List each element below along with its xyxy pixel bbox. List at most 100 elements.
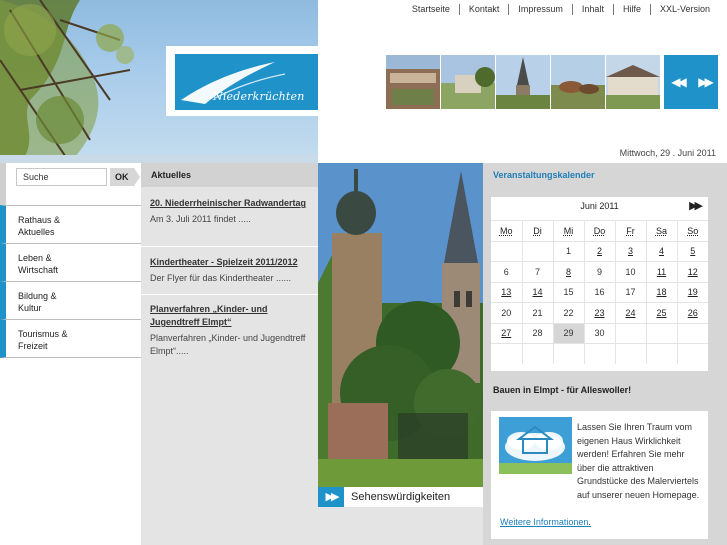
- photo-caption-label: Sehenswürdigkeiten: [351, 491, 451, 503]
- calendar-day[interactable]: 14: [521, 281, 553, 303]
- bauen-more-info-link[interactable]: Weitere Informationen.: [500, 517, 591, 527]
- calendar-empty-cell: [614, 343, 646, 364]
- news-item-title[interactable]: Kindertheater - Spielzeit 2011/2012: [150, 256, 310, 269]
- slider-prev-icon[interactable]: ◀◀: [671, 75, 687, 89]
- news-item: Planverfahren „Kinder- und Jugendtreff E…: [141, 303, 318, 363]
- sidebar-item-leben[interactable]: Leben & Wirtschaft: [0, 243, 141, 281]
- calendar-day: 28: [521, 322, 553, 344]
- calendar-empty-cell: [676, 343, 708, 364]
- sidebar-item-label: Wirtschaft: [18, 265, 59, 275]
- calendar-day: 16: [583, 281, 615, 303]
- sidebar-item-label: Bildung &: [18, 291, 57, 301]
- slider-thumbnail[interactable]: [496, 55, 550, 109]
- left-sidebar: OK Rathaus & Aktuelles Leben & Wirtschaf…: [0, 163, 141, 545]
- calendar-empty-cell: [645, 343, 677, 364]
- news-item-teaser: Der Flyer für das Kindertheater ......: [150, 273, 292, 283]
- calendar-month-title: Juni 2011: [580, 201, 619, 211]
- calendar-day[interactable]: 3: [614, 240, 646, 262]
- image-float-spacer: [499, 421, 577, 491]
- slider-controls: ◀◀ ▶▶: [664, 55, 718, 109]
- calendar-day[interactable]: 13: [491, 281, 522, 303]
- calendar-day: 7: [521, 261, 553, 282]
- news-item-teaser: Planverfahren „Kinder- und Jugendtreff E…: [150, 333, 306, 356]
- sidebar-item-label: Leben &: [18, 253, 52, 263]
- bauen-link-text[interactable]: Weitere Informationen: [500, 517, 588, 527]
- calendar-day: 21: [521, 302, 553, 323]
- calendar-week-row: 6 7 8 9 10 11 12: [491, 261, 708, 282]
- sidebar-item-tourismus[interactable]: Tourismus & Freizeit: [0, 319, 141, 358]
- news-item-title[interactable]: 20. Niederrheinischer Radwandertag: [150, 197, 310, 210]
- calendar-day[interactable]: 24: [614, 302, 646, 323]
- news-item-title[interactable]: Planverfahren „Kinder- und Jugendtreff E…: [150, 303, 310, 329]
- calendar-weekday: Sa: [645, 220, 677, 241]
- calendar-weekday: Mi: [552, 220, 584, 241]
- calendar-weekday: Fr: [614, 220, 646, 241]
- sidebar-item-label: Kultur: [18, 303, 42, 313]
- calendar-day[interactable]: 8: [552, 261, 584, 282]
- calendar-week-row: [491, 343, 708, 364]
- sidebar-item-rathaus[interactable]: Rathaus & Aktuelles: [0, 205, 141, 243]
- site-logo[interactable]: Niederkrüchten: [175, 54, 318, 110]
- slider-thumbnail[interactable]: [606, 55, 660, 109]
- calendar-day[interactable]: 27: [491, 322, 522, 344]
- calendar-empty-cell: [614, 322, 646, 344]
- calendar-day[interactable]: 23: [583, 302, 615, 323]
- search-area: OK: [0, 163, 141, 205]
- right-column: Veranstaltungskalender Juni 2011 ▶▶ Mo Di…: [483, 163, 727, 545]
- news-item: 20. Niederrheinischer Radwandertag Am 3.…: [141, 197, 318, 247]
- calendar-day[interactable]: 19: [676, 281, 708, 303]
- photo-caption-bar[interactable]: ▶▶ Sehenswürdigkeiten: [318, 487, 483, 507]
- calendar-day[interactable]: 11: [645, 261, 677, 282]
- nav-link-xxl-version[interactable]: XXL-Version: [649, 4, 719, 15]
- calendar-empty-cell: [676, 322, 708, 344]
- feature-photo-church[interactable]: [318, 163, 483, 487]
- calendar-day: 20: [491, 302, 522, 323]
- nav-link-inhalt[interactable]: Inhalt: [571, 4, 613, 15]
- sidebar-item-label: Tourismus &: [18, 329, 68, 339]
- sidebar-item-label: Aktuelles: [18, 227, 55, 237]
- calendar-day: 29: [552, 322, 584, 344]
- logo-text: Niederkrüchten: [213, 90, 305, 103]
- sidebar-item-label: Rathaus &: [18, 215, 61, 225]
- nav-link-hilfe[interactable]: Hilfe: [612, 4, 650, 15]
- calendar-day: 9: [583, 261, 615, 282]
- slider-thumbnail[interactable]: [441, 55, 495, 109]
- calendar-day: 1: [552, 240, 584, 262]
- bauen-description: Lassen Sie Ihren Traum vom eigenen Haus …: [577, 422, 700, 500]
- calendar-next-month-icon[interactable]: ▶▶: [689, 199, 703, 212]
- calendar-week-row: 20 21 22 23 24 25 26: [491, 302, 708, 323]
- top-navigation: Startseite Kontakt Impressum Inhalt Hilf…: [403, 4, 719, 15]
- calendar-day[interactable]: 2: [583, 240, 615, 262]
- news-heading: Aktuelles: [141, 163, 318, 187]
- news-item-teaser: Am 3. Juli 2011 findet .....: [150, 214, 251, 224]
- calendar-day[interactable]: 26: [676, 302, 708, 323]
- bauen-link-suffix: .: [588, 517, 591, 527]
- slider-next-icon[interactable]: ▶▶: [698, 75, 714, 89]
- calendar-day[interactable]: 18: [645, 281, 677, 303]
- calendar-empty-cell: [491, 343, 522, 364]
- calendar-empty-cell: [552, 343, 584, 364]
- calendar-empty-cell: [491, 240, 522, 262]
- calendar-weekday: So: [676, 220, 708, 241]
- calendar-empty-cell: [645, 322, 677, 344]
- calendar-week-row: 13 14 15 16 17 18 19: [491, 281, 708, 303]
- calendar-day[interactable]: 25: [645, 302, 677, 323]
- nav-link-impressum[interactable]: Impressum: [508, 4, 572, 15]
- sidebar-item-bildung[interactable]: Bildung & Kultur: [0, 281, 141, 319]
- calendar-empty-cell: [583, 343, 615, 364]
- calendar-day: 10: [614, 261, 646, 282]
- calendar-day[interactable]: 12: [676, 261, 708, 282]
- double-arrow-right-icon: ▶▶: [318, 487, 344, 507]
- nav-link-kontakt[interactable]: Kontakt: [458, 4, 509, 15]
- slider-thumbnail[interactable]: [386, 55, 440, 109]
- calendar-day: 15: [552, 281, 584, 303]
- calendar-day[interactable]: 4: [645, 240, 677, 262]
- calendar-day[interactable]: 5: [676, 240, 708, 262]
- nav-link-startseite[interactable]: Startseite: [403, 4, 459, 15]
- calendar-empty-cell: [521, 343, 553, 364]
- calendar-week-row: 12345: [491, 240, 708, 262]
- slider-thumbnail[interactable]: [551, 55, 605, 109]
- calendar-week-row: 27 28 29 30: [491, 322, 708, 344]
- search-ok-button[interactable]: OK: [110, 168, 140, 186]
- search-input[interactable]: [16, 168, 107, 186]
